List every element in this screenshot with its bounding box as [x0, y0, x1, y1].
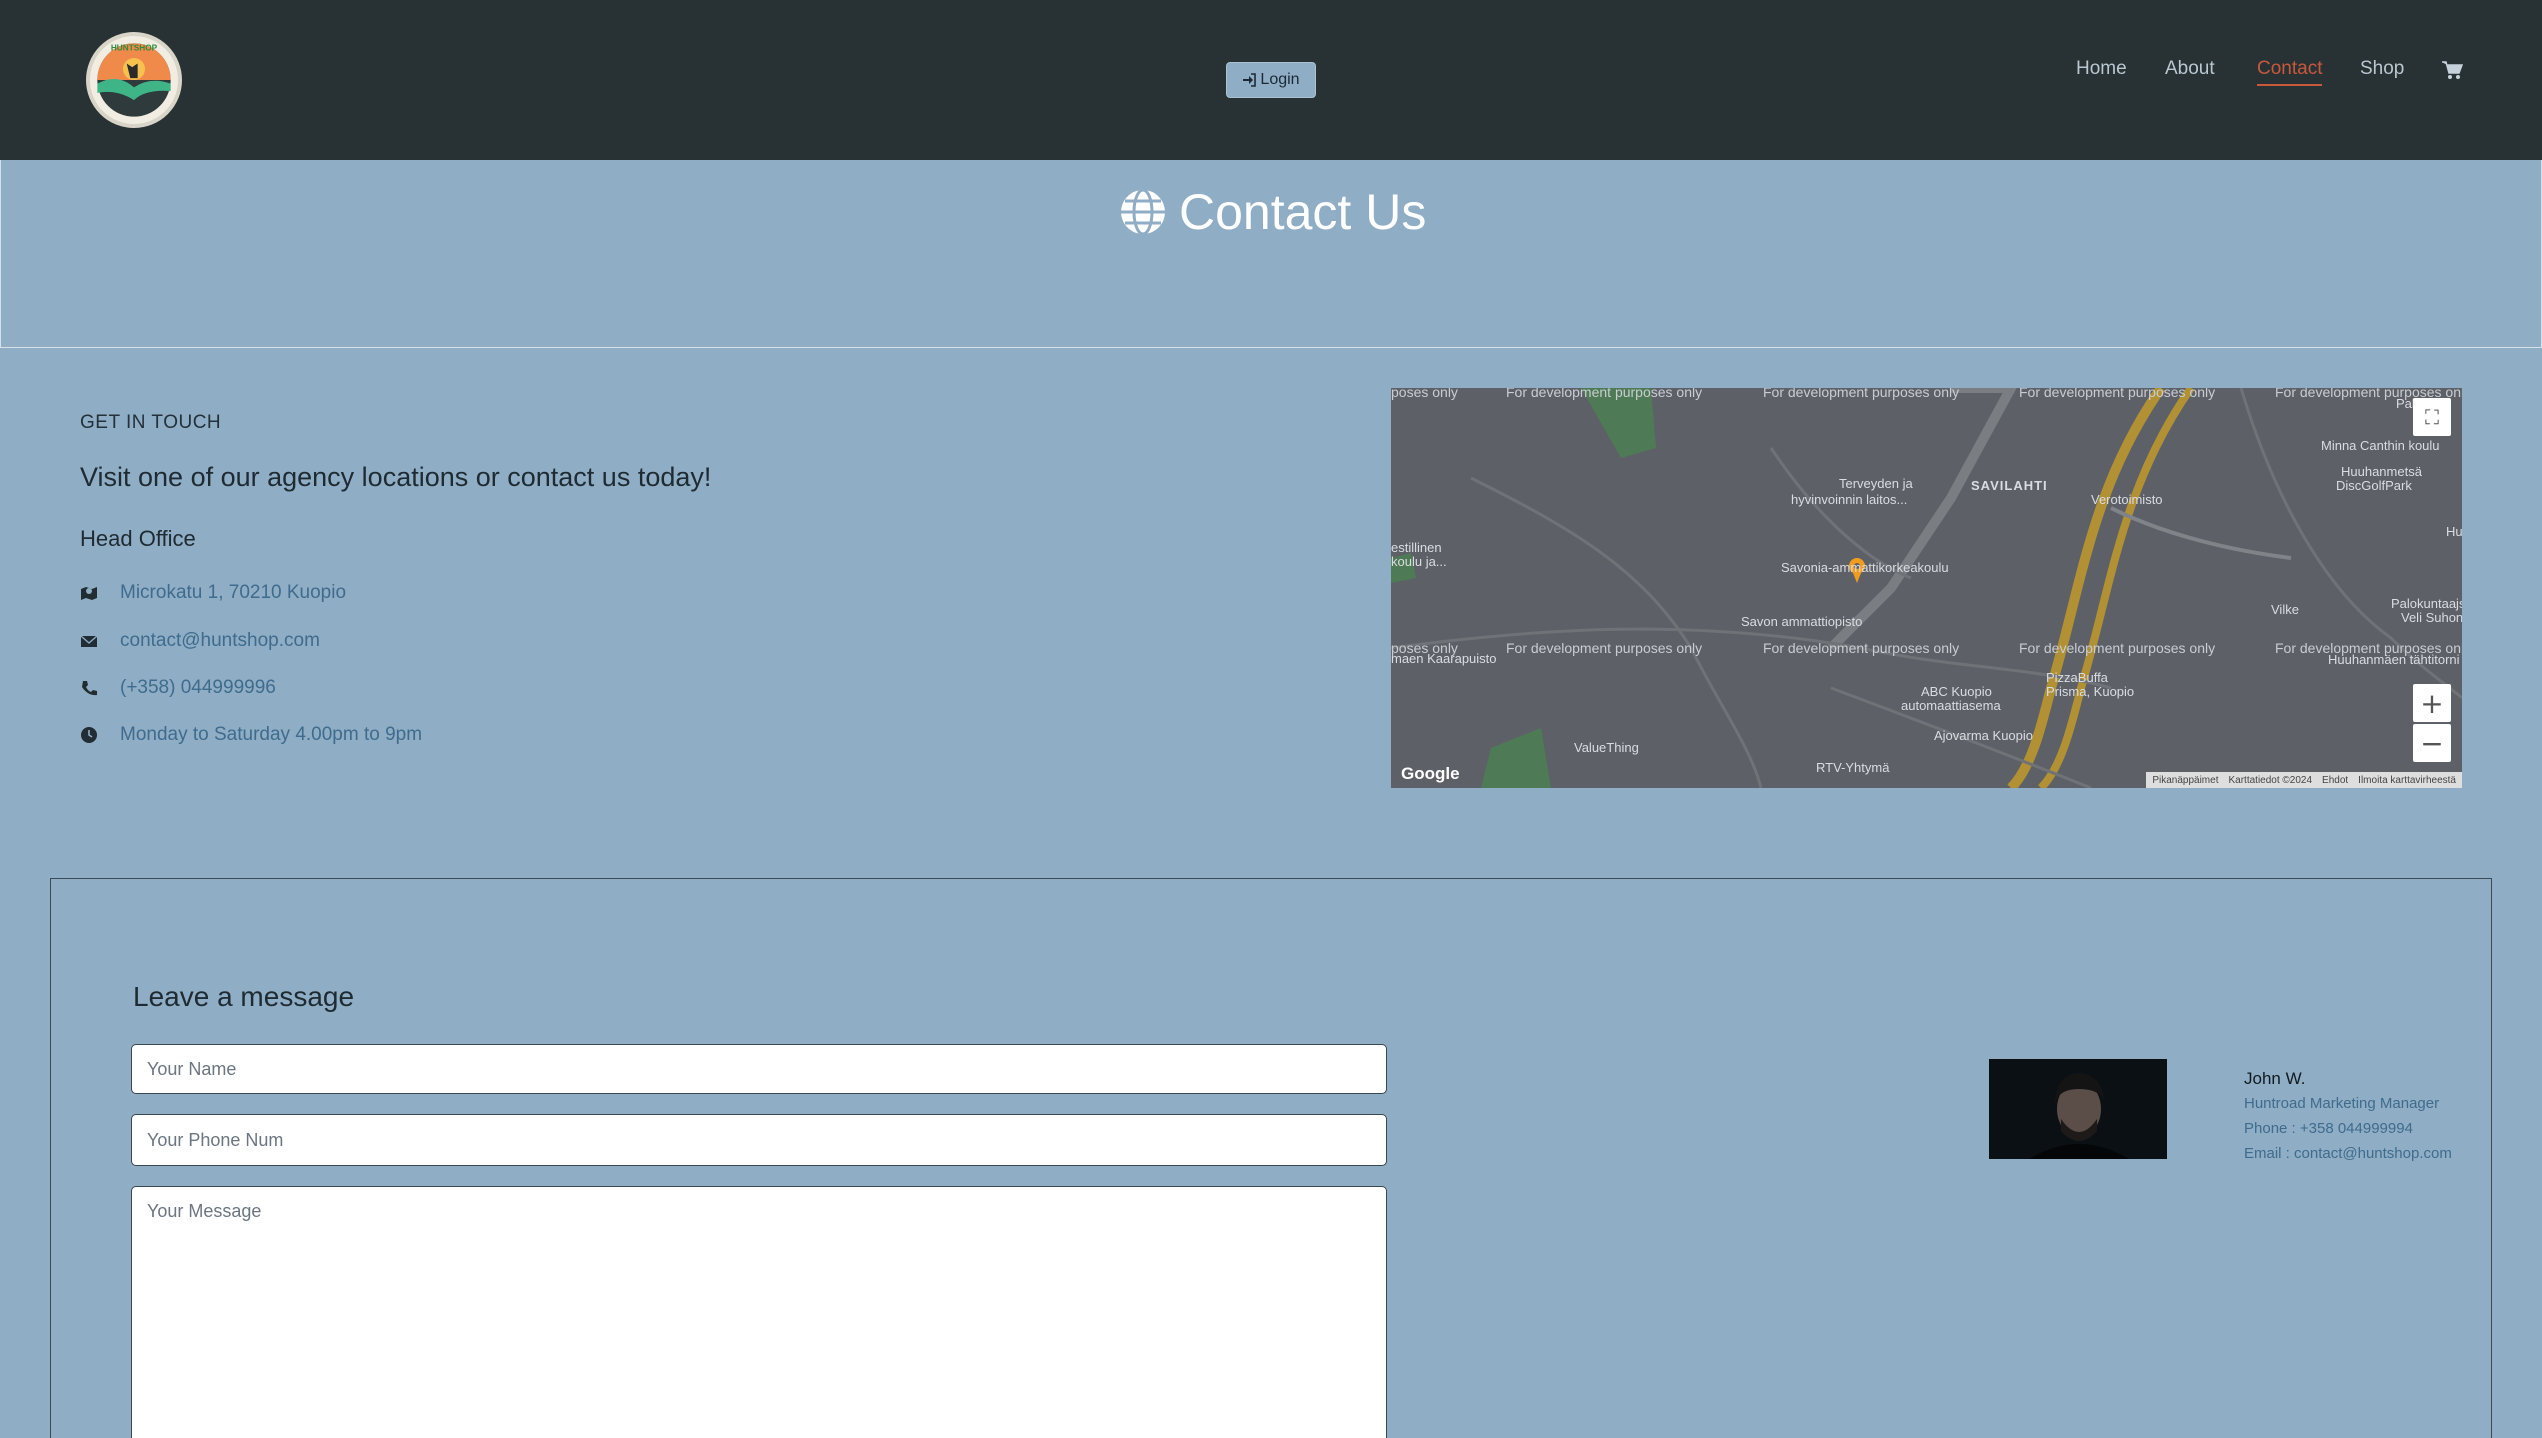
- cart-icon[interactable]: [2441, 60, 2463, 80]
- address-text: Microkatu 1, 70210 Kuopio: [120, 582, 347, 603]
- address-row: Microkatu 1, 70210 Kuopio: [80, 582, 346, 604]
- message-field[interactable]: [131, 1186, 1387, 1438]
- hero-banner: Contact Us: [0, 160, 2542, 348]
- map-terms-link[interactable]: Ehdot: [2322, 775, 2348, 786]
- contact-info: GET IN TOUCH Visit one of our agency loc…: [80, 412, 980, 745]
- phone-icon: [82, 681, 97, 696]
- nav-contact[interactable]: Contact: [2257, 58, 2323, 86]
- map-footer: Pikanäppäimet Karttatiedot ©2024 Ehdot I…: [2146, 772, 2462, 788]
- fullscreen-icon[interactable]: ⛶: [2413, 398, 2451, 436]
- agent-phone[interactable]: Phone : +358 044999994: [2244, 1120, 2413, 1137]
- map-icon: [81, 587, 97, 600]
- sign-in-icon: [1243, 73, 1257, 87]
- svg-text:HUNTSHOP: HUNTSHOP: [111, 44, 158, 53]
- huntshop-logo[interactable]: HUNTSHOP: [86, 32, 182, 128]
- email-row: contact@huntshop.com: [80, 630, 320, 652]
- map-shortcuts-link[interactable]: Pikanäppäimet: [2152, 775, 2218, 786]
- navbar: HUNTSHOP Login Home About Contact Shop: [0, 0, 2542, 160]
- avatar: [1989, 1059, 2167, 1159]
- hours-text: Monday to Saturday 4.00pm to 9pm: [120, 724, 423, 745]
- envelope-icon: [80, 635, 98, 647]
- get-in-touch-label: GET IN TOUCH: [80, 412, 222, 433]
- name-field[interactable]: [131, 1044, 1387, 1094]
- globe-icon: [1121, 188, 1165, 236]
- login-button[interactable]: Login: [1226, 62, 1316, 98]
- page-title: Contact Us: [1119, 182, 1426, 242]
- nav-home[interactable]: Home: [2076, 58, 2127, 80]
- zoom-out-button[interactable]: −: [2413, 724, 2451, 762]
- head-office-heading: Head Office: [80, 526, 196, 551]
- clock-icon: [81, 727, 97, 743]
- agent-name: John W.: [2244, 1069, 2306, 1088]
- hours-row: Monday to Saturday 4.00pm to 9pm: [80, 724, 422, 746]
- contact-lead: Visit one of our agency locations or con…: [80, 462, 712, 492]
- email-link[interactable]: contact@huntshop.com: [120, 630, 320, 652]
- map-report-link[interactable]: Ilmoita karttavirheestä: [2358, 775, 2456, 786]
- google-logo[interactable]: Google: [1401, 764, 1460, 784]
- map-roads: [1391, 388, 2462, 788]
- location-map[interactable]: poses only For development purposes only…: [1391, 388, 2462, 788]
- phone-link[interactable]: (+358) 044999996: [120, 677, 276, 699]
- agent-email[interactable]: Email : contact@huntshop.com: [2244, 1145, 2452, 1162]
- zoom-in-button[interactable]: +: [2413, 684, 2451, 722]
- nav-shop[interactable]: Shop: [2360, 58, 2404, 80]
- agent-card: John W. Huntroad Marketing Manager Phone…: [1989, 1059, 2469, 1162]
- map-data-text: Karttatiedot ©2024: [2228, 774, 2313, 786]
- agent-role: Huntroad Marketing Manager: [2244, 1095, 2440, 1112]
- login-label: Login: [1260, 71, 1300, 88]
- nav-about[interactable]: About: [2165, 58, 2215, 80]
- leave-message-heading: Leave a message: [133, 981, 355, 1012]
- page-title-text: Contact Us: [1179, 184, 1427, 240]
- phone-field[interactable]: [131, 1114, 1387, 1166]
- phone-row: (+358) 044999996: [80, 677, 276, 699]
- message-section: Leave a message John W. Huntroad Marketi…: [50, 878, 2492, 1438]
